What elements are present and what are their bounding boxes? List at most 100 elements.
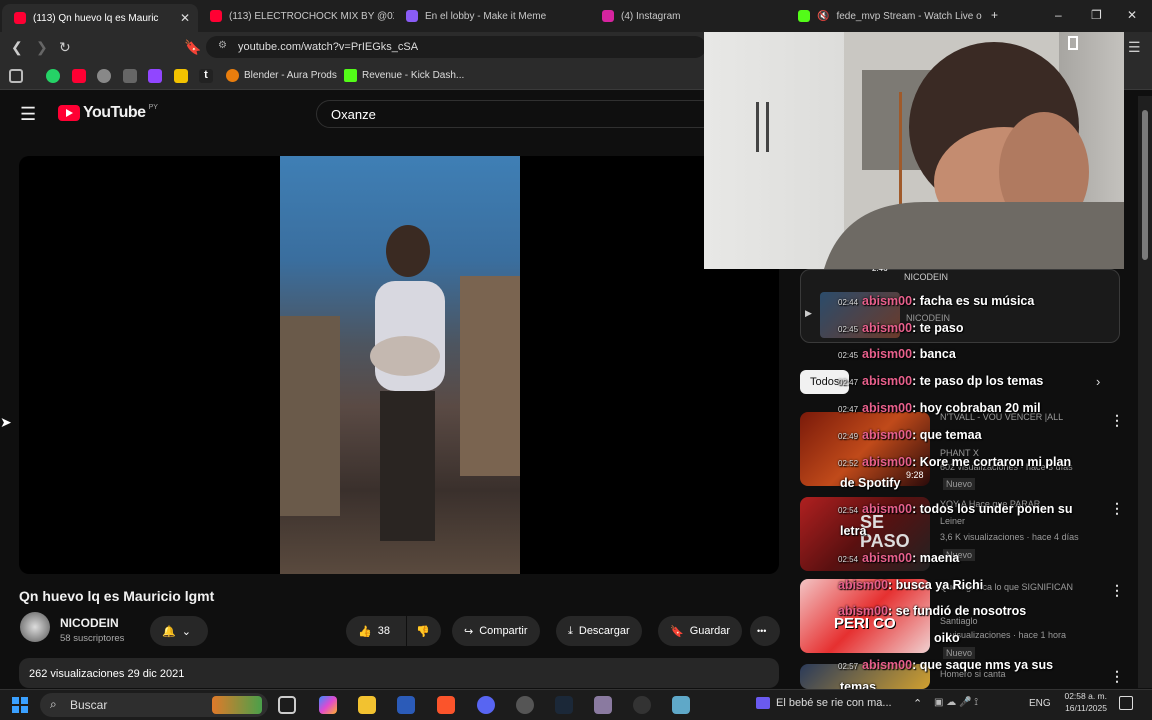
page-scrollbar[interactable] (1138, 96, 1152, 688)
steam-icon[interactable] (555, 696, 573, 714)
input-language[interactable]: ENG (1029, 698, 1051, 709)
scrollbar-thumb[interactable] (1142, 110, 1148, 260)
tray-chevron-icon[interactable]: ⌃ (913, 697, 922, 710)
rec-duration-1: 9:28 (906, 470, 924, 480)
share-button[interactable]: ↪ Compartir (452, 616, 540, 646)
close-tab-icon[interactable]: ✕ (180, 11, 190, 25)
notification-bell-button[interactable]: 🔔 ⌄ (150, 616, 208, 646)
media-player-icon[interactable] (633, 696, 651, 714)
channel-name[interactable]: NICODEIN (60, 616, 119, 630)
more-actions-button[interactable]: ••• (750, 616, 780, 646)
chat-username: abism00 (862, 294, 913, 308)
video-scene (280, 225, 520, 541)
youtube-bookmark-icon[interactable] (72, 69, 86, 83)
tab-label: (4) Instagram (621, 10, 681, 22)
tab-youtube-active[interactable]: (113) Qn huevo lq es Mauric ✕ (2, 4, 198, 32)
media-title: El bebé se rie con ma... (776, 697, 892, 709)
bookmark-label: Revenue - Kick Dash... (362, 70, 465, 81)
webcam-overlay (704, 32, 1124, 269)
tray-icons[interactable]: ▣ ☁ 🎤 ⟟ (934, 697, 978, 708)
menu-icon[interactable]: ☰ (1128, 39, 1141, 56)
clock-time[interactable]: 02:58 a. m. (1059, 691, 1107, 701)
hamburger-menu-icon[interactable]: ☰ (20, 104, 36, 125)
logo-text: YouTube (83, 104, 146, 121)
tab-instagram[interactable]: (4) Instagram (590, 4, 786, 28)
chat-text: : facha es su música (912, 294, 1035, 308)
notifications-icon[interactable] (1119, 696, 1133, 710)
restore-button[interactable]: ❐ (1091, 8, 1102, 22)
youtube-play-icon (58, 105, 80, 121)
app-window-icon[interactable] (594, 696, 612, 714)
url-field[interactable]: ⚙ youtube.com/watch?v=PrIEGks_cSA (206, 36, 706, 58)
panel-channel: NICODEIN (904, 272, 949, 282)
minimize-button[interactable]: – (1055, 8, 1062, 22)
description-box[interactable]: 262 visualizaciones 29 dic 2021 (19, 658, 779, 688)
bell-icon: 🔔 (162, 625, 176, 638)
tab-youtube-mix[interactable]: (113) ELECTROCHOCK MIX BY @0Xa (198, 4, 394, 28)
reload-icon[interactable]: ↻ (59, 39, 71, 56)
tab-kick-stream[interactable]: 🔇 fede_mvp Stream - Watch Live o (786, 4, 982, 28)
close-window-button[interactable]: ✕ (1127, 8, 1137, 22)
chat-timestamp: 02:45 (838, 351, 859, 360)
word-icon[interactable] (397, 696, 415, 714)
more-vert-icon[interactable]: ⋮ (1110, 412, 1124, 429)
more-vert-icon[interactable]: ⋮ (1110, 582, 1124, 599)
discord-icon[interactable] (477, 696, 495, 714)
chat-message: abism00: busca ya Richi (838, 578, 983, 592)
video-player[interactable] (19, 156, 779, 574)
task-view-icon[interactable] (278, 696, 296, 714)
chat-message: 02:45 abism00: banca (838, 347, 956, 361)
brave-icon[interactable] (437, 696, 455, 714)
tab-make-it-meme[interactable]: En el lobby - Make it Meme (394, 4, 590, 28)
whatsapp-icon[interactable] (46, 69, 60, 83)
mouse-cursor-icon: ➤ (0, 414, 12, 430)
download-button[interactable]: ⤓ Descargar (556, 616, 642, 646)
share-icon: ↪ (464, 625, 474, 638)
bookmark-icon[interactable]: 🔖 (184, 39, 201, 56)
chat-text: : Kore me cortaron mi plan (912, 455, 1072, 469)
like-button[interactable]: 👍 38 (346, 616, 406, 646)
youtube-logo[interactable]: YouTube PY (58, 104, 158, 122)
dislike-button[interactable]: 👎 (407, 616, 441, 646)
app-icon[interactable] (516, 696, 534, 714)
scrollbar-thumb-icon (1068, 36, 1078, 50)
save-icon: 🔖 (670, 625, 684, 638)
chat-username: abism00 (862, 551, 913, 565)
save-button[interactable]: 🔖 Guardar (658, 616, 743, 646)
kick-favicon-icon (798, 10, 810, 22)
more-vert-icon[interactable]: ⋮ (1110, 500, 1124, 517)
chat-username: abism00 (838, 604, 889, 618)
windows-start-icon[interactable] (12, 697, 28, 713)
channel-avatar[interactable] (20, 612, 50, 642)
meme-favicon-icon (406, 10, 418, 22)
play-queue-icon[interactable]: ▶ (805, 308, 812, 319)
bookmark-m-icon[interactable] (174, 69, 188, 83)
copilot-icon[interactable] (319, 696, 337, 714)
mute-icon[interactable]: 🔇 (817, 11, 829, 22)
bookmark-kick[interactable]: Revenue - Kick Dash... (344, 69, 464, 82)
chatgpt-icon[interactable] (97, 69, 111, 83)
chat-text: oiko (934, 631, 960, 645)
tab-label: fede_mvp Stream - Watch Live o (836, 10, 982, 22)
search-value: Oxanze (331, 107, 376, 122)
back-icon[interactable]: ❮ (11, 39, 23, 56)
taskbar-media-widget[interactable]: El bebé se rie con ma... (756, 697, 892, 709)
twitch-icon[interactable] (148, 69, 162, 83)
chat-message: 02:54 abism00: maena (838, 551, 959, 565)
more-vert-icon[interactable]: ⋮ (1110, 668, 1124, 685)
bookmark-page-icon[interactable] (123, 69, 137, 83)
notepad-icon[interactable] (672, 696, 690, 714)
search-input[interactable]: Oxanze (316, 100, 716, 128)
apps-grid-icon[interactable] (9, 69, 23, 83)
site-info-icon[interactable]: ⚙ (218, 40, 227, 51)
new-tab-button[interactable]: + (991, 8, 998, 22)
tumblr-icon[interactable]: t (199, 69, 213, 83)
chat-username: abism00 (862, 321, 913, 335)
bookmark-blender[interactable]: Blender - Aura Prods (226, 69, 337, 82)
chevron-right-icon[interactable]: › (1096, 374, 1100, 389)
forward-icon[interactable]: ❯ (36, 39, 48, 56)
webcam-scene (756, 32, 1124, 269)
file-explorer-icon[interactable] (358, 696, 376, 714)
clock-date[interactable]: 16/11/2025 (1059, 703, 1107, 713)
chat-message: oiko (934, 631, 960, 645)
